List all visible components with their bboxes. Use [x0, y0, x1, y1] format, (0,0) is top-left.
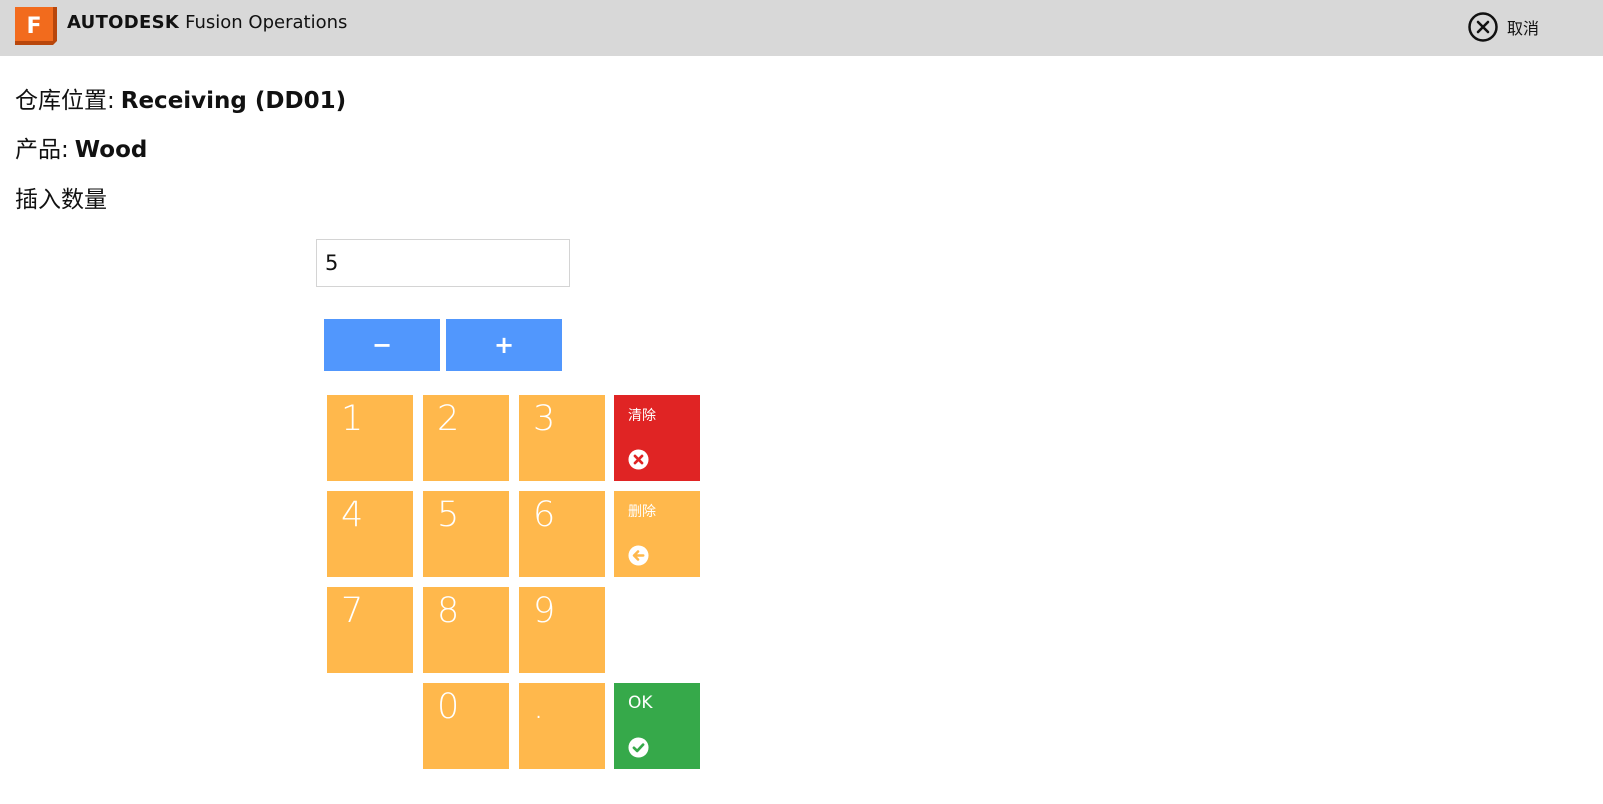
ok-button[interactable]: OK [614, 683, 700, 769]
delete-button[interactable]: 删除 [614, 491, 700, 577]
circle-x-icon [1468, 12, 1498, 42]
clear-button[interactable]: 清除 [614, 395, 700, 481]
key-4-label: 4 [341, 495, 364, 535]
check-circle-icon [628, 737, 649, 758]
key-6[interactable]: 6 [519, 491, 605, 577]
ok-label: OK [628, 693, 653, 713]
key-7-label: 7 [341, 591, 364, 631]
key-decimal-label: . [533, 687, 545, 727]
key-8[interactable]: 8 [423, 587, 509, 673]
product-value: Wood [74, 137, 148, 163]
key-9[interactable]: 9 [519, 587, 605, 673]
delete-label: 删除 [628, 504, 656, 520]
key-0-label: 0 [437, 687, 460, 727]
key-7[interactable]: 7 [327, 587, 413, 673]
quantity-prompt: 插入数量 [15, 187, 107, 213]
decrement-button[interactable]: − [324, 319, 440, 371]
key-5-label: 5 [437, 495, 460, 535]
app-title: AUTODESK Fusion Operations [67, 12, 347, 34]
key-2[interactable]: 2 [423, 395, 509, 481]
key-8-label: 8 [437, 591, 460, 631]
product-line: 产品: Wood [15, 135, 147, 165]
key-2-label: 2 [437, 399, 460, 439]
brand-company: AUTODESK [67, 12, 180, 33]
increment-button[interactable]: + [446, 319, 562, 371]
key-9-label: 9 [533, 591, 556, 631]
location-line: 仓库位置: Receiving (DD01) [15, 86, 346, 116]
cancel-label: 取消 [1507, 19, 1540, 38]
brand-product: Fusion Operations [185, 12, 348, 33]
location-label: 仓库位置: [15, 88, 115, 114]
cancel-button[interactable]: 取消 [1467, 10, 1539, 44]
key-1-label: 1 [341, 399, 364, 439]
key-3[interactable]: 3 [519, 395, 605, 481]
arrow-left-circle-icon [628, 545, 649, 566]
x-circle-icon [628, 449, 649, 470]
fusion-logo-icon: F [15, 7, 57, 45]
key-4[interactable]: 4 [327, 491, 413, 577]
location-value: Receiving (DD01) [120, 88, 347, 114]
key-decimal[interactable]: . [519, 683, 605, 769]
key-5[interactable]: 5 [423, 491, 509, 577]
clear-label: 清除 [628, 408, 656, 424]
key-1[interactable]: 1 [327, 395, 413, 481]
logo-letter: F [26, 14, 41, 39]
quantity-input[interactable] [316, 239, 570, 287]
key-6-label: 6 [533, 495, 556, 535]
top-bar: F AUTODESK Fusion Operations 取消 [0, 0, 1603, 56]
key-3-label: 3 [533, 399, 556, 439]
key-0[interactable]: 0 [423, 683, 509, 769]
product-label: 产品: [15, 137, 69, 163]
